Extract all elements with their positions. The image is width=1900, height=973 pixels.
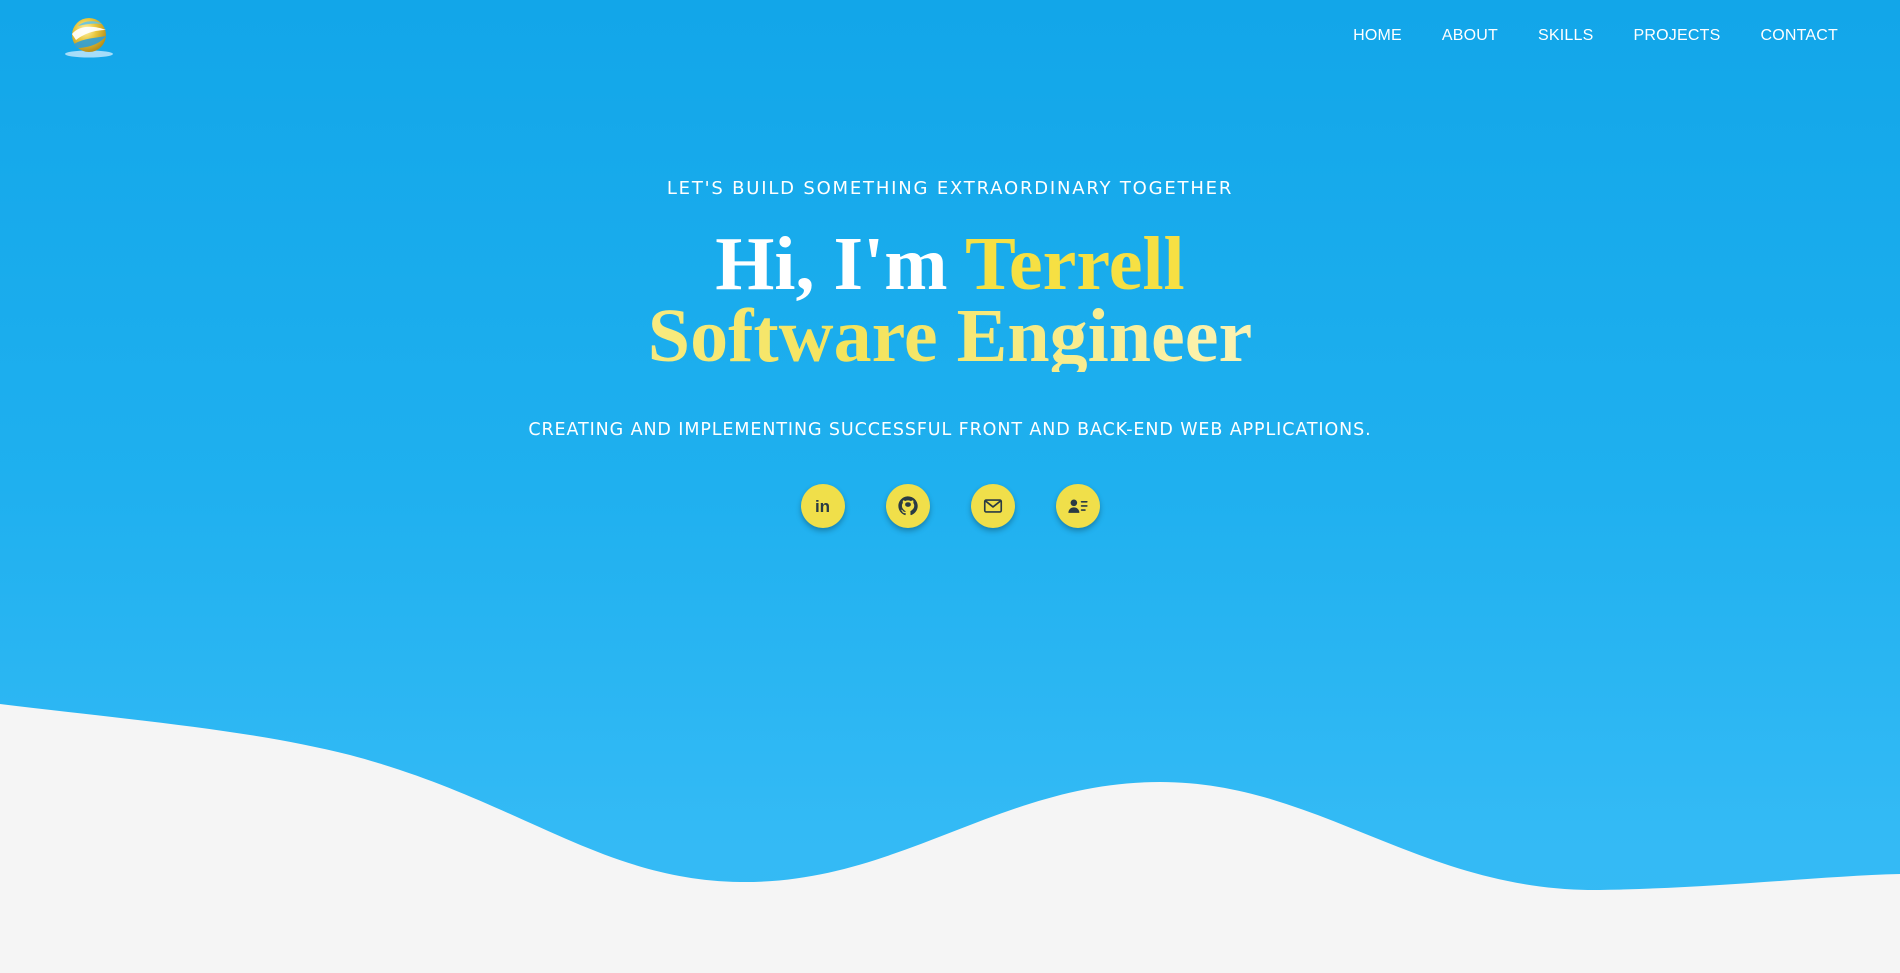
nav-item-about: ABOUT bbox=[1442, 26, 1498, 46]
main-nav: HOME ABOUT SKILLS PROJECTS CONTACT bbox=[1353, 26, 1838, 46]
globe-swirl-icon bbox=[65, 18, 113, 58]
nav-item-contact: CONTACT bbox=[1760, 26, 1838, 46]
hero-section: HOME ABOUT SKILLS PROJECTS CONTACT LET'S… bbox=[0, 0, 1900, 973]
linkedin-icon: in bbox=[814, 496, 831, 516]
nav-item-skills: SKILLS bbox=[1538, 26, 1593, 46]
logo[interactable] bbox=[62, 14, 116, 60]
nav-item-home: HOME bbox=[1353, 26, 1402, 46]
nav-link-skills[interactable]: SKILLS bbox=[1538, 26, 1593, 46]
hero-subtitle: CREATING AND IMPLEMENTING SUCCESSFUL FRO… bbox=[528, 420, 1372, 440]
social-links: in bbox=[0, 484, 1900, 528]
github-icon bbox=[897, 496, 918, 516]
headline-line-1: Hi, I'm Terrell bbox=[0, 226, 1900, 302]
github-button[interactable] bbox=[885, 484, 930, 528]
nav-link-contact[interactable]: CONTACT bbox=[1760, 26, 1838, 46]
hero-headline: Hi, I'm Terrell Software Engineer bbox=[0, 226, 1900, 374]
email-button[interactable] bbox=[970, 484, 1015, 528]
hero-tagline: LET'S BUILD SOMETHING EXTRAORDINARY TOGE… bbox=[666, 178, 1234, 199]
nav-link-projects[interactable]: PROJECTS bbox=[1634, 26, 1721, 46]
contact-card-icon bbox=[1067, 499, 1088, 513]
nav-link-about[interactable]: ABOUT bbox=[1442, 26, 1498, 46]
role-text: Software Engineer bbox=[0, 298, 1900, 374]
nav-link-home[interactable]: HOME bbox=[1353, 26, 1402, 46]
resume-button[interactable] bbox=[1055, 484, 1100, 528]
mail-icon bbox=[983, 499, 1002, 513]
linkedin-button[interactable]: in bbox=[800, 484, 845, 528]
nav-item-projects: PROJECTS bbox=[1634, 26, 1721, 46]
